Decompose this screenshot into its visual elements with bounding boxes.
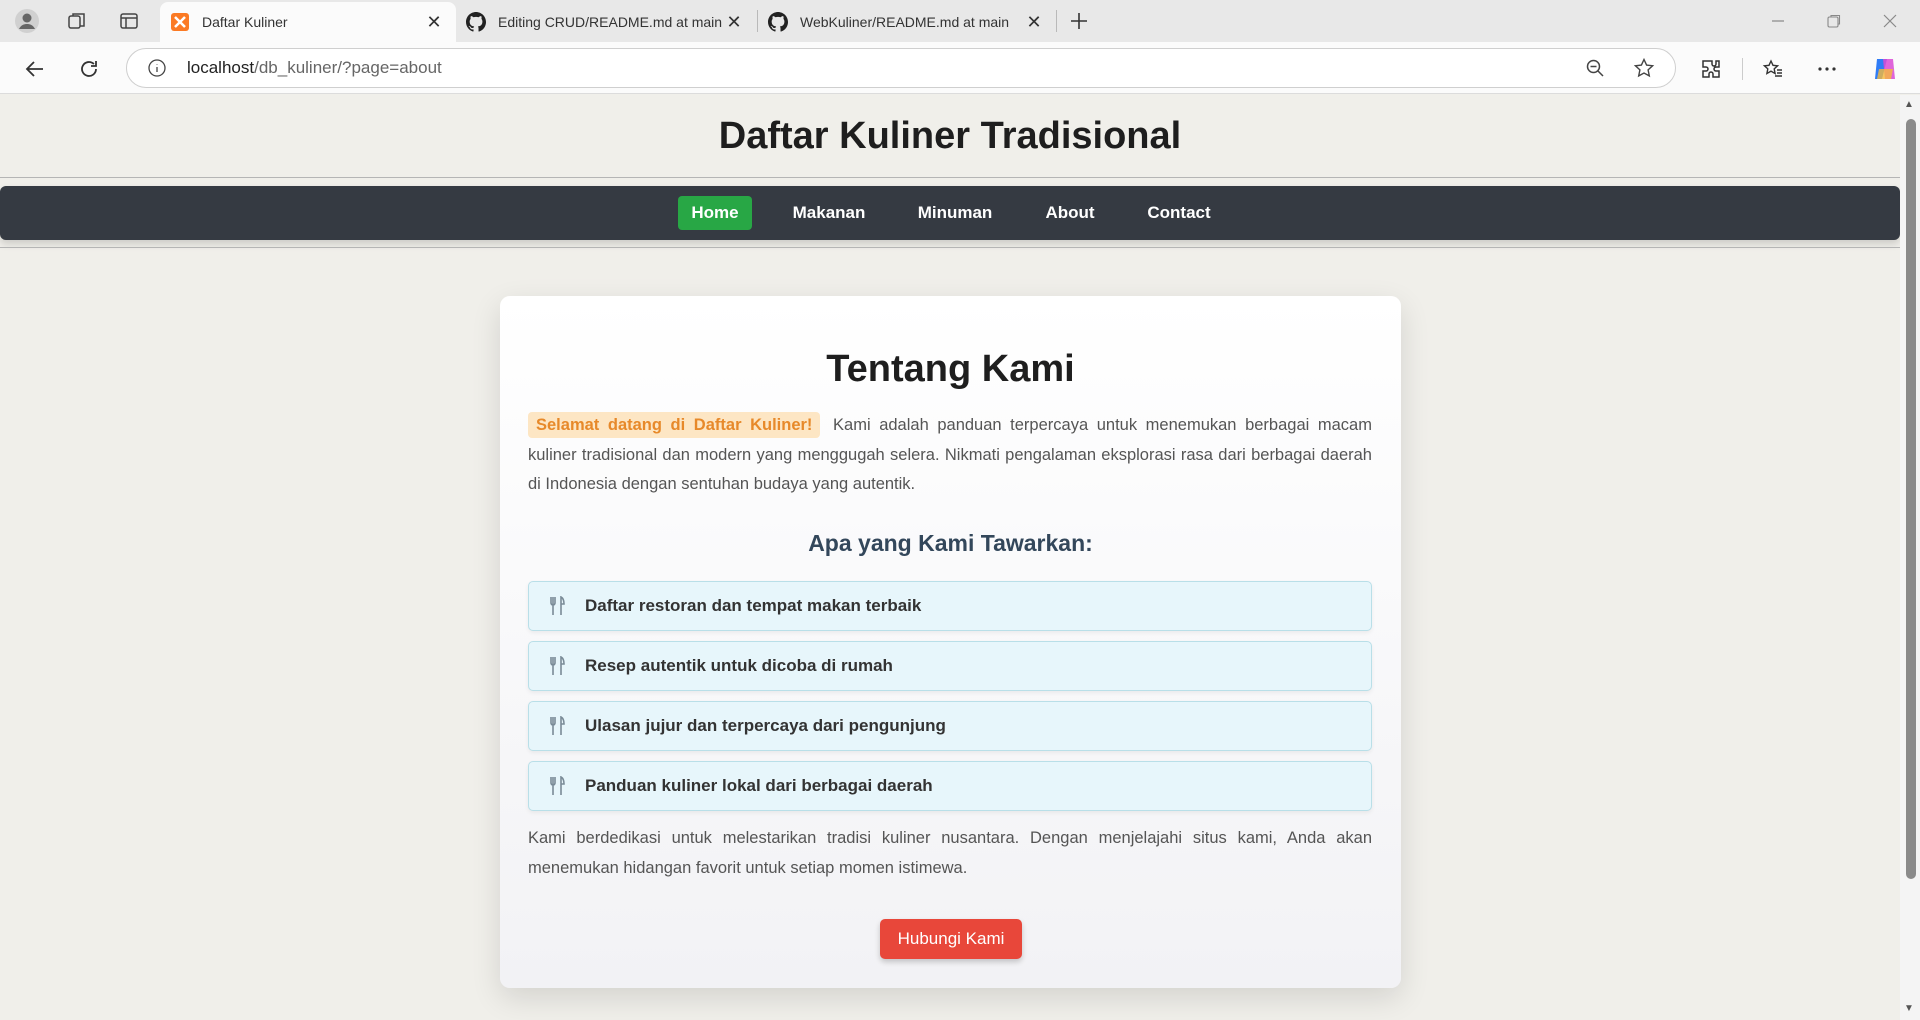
new-tab-icon[interactable] (1058, 6, 1100, 36)
offer-label: Resep autentik untuk dicoba di rumah (585, 656, 893, 675)
favorites-icon[interactable] (1756, 52, 1790, 86)
offer-label: Panduan kuliner lokal dari berbagai daer… (585, 776, 933, 795)
page-scrollbar[interactable]: ▲ ▼ (1900, 95, 1920, 1020)
header-divider (0, 177, 1900, 178)
tab-editing-crud-readme[interactable]: Editing CRUD/README.md at main ✕ (456, 2, 756, 42)
scroll-up-icon[interactable]: ▲ (1904, 99, 1914, 110)
back-icon[interactable] (18, 52, 52, 86)
offer-item: Panduan kuliner lokal dari berbagai daer… (528, 761, 1372, 811)
tab-separator (1056, 10, 1057, 32)
intro-paragraph: Selamat datang di Daftar Kuliner! Kami a… (528, 411, 1372, 500)
close-window-icon[interactable] (1862, 0, 1918, 42)
site-title: Daftar Kuliner Tradisional (718, 115, 1182, 157)
profile-icon[interactable] (6, 6, 48, 36)
utensils-icon (529, 656, 585, 676)
nav-about[interactable]: About (1034, 196, 1106, 230)
offer-label: Ulasan jujur dan terpercaya dari pengunj… (585, 716, 946, 735)
url-text: localhost/db_kuliner/?page=about (187, 58, 442, 78)
favorite-star-icon[interactable] (1633, 57, 1655, 84)
about-heading: Tentang Kami (826, 348, 1075, 390)
scroll-down-icon[interactable]: ▼ (1904, 1003, 1914, 1014)
url-path: /db_kuliner/?page=about (254, 58, 442, 77)
tab-daftar-kuliner[interactable]: Daftar Kuliner ✕ (160, 2, 456, 42)
close-tab-icon[interactable]: ✕ (722, 12, 746, 33)
tab-webkuliner-readme[interactable]: WebKuliner/README.md at main ✕ (758, 2, 1056, 42)
close-tab-icon[interactable]: ✕ (422, 12, 446, 33)
nav-minuman[interactable]: Minuman (908, 196, 1002, 230)
utensils-icon (529, 716, 585, 736)
url-host: localhost (187, 58, 255, 77)
contact-us-button[interactable]: Hubungi Kami (880, 919, 1022, 959)
offer-item: Daftar restoran dan tempat makan terbaik (528, 581, 1372, 631)
xampp-icon (170, 12, 190, 32)
about-card: Tentang Kami Selamat datang di Daftar Ku… (500, 296, 1401, 988)
tab-title: Daftar Kuliner (202, 14, 288, 30)
main-navbar: Home Makanan Minuman About Contact (0, 186, 1900, 240)
nav-makanan[interactable]: Makanan (782, 196, 876, 230)
github-icon (466, 12, 486, 32)
browser-toolbar: localhost/db_kuliner/?page=about (0, 42, 1920, 94)
close-tab-icon[interactable]: ✕ (1022, 12, 1046, 33)
zoom-out-icon[interactable] (1585, 58, 1605, 83)
nav-contact[interactable]: Contact (1138, 196, 1220, 230)
browser-tab-bar: Daftar Kuliner ✕ Editing CRUD/README.md … (0, 0, 1920, 42)
scrollbar-thumb[interactable] (1906, 119, 1916, 879)
toolbar-divider (1742, 58, 1743, 80)
nav-home[interactable]: Home (678, 196, 752, 230)
utensils-icon (529, 776, 585, 796)
tab-title: Editing CRUD/README.md at main (498, 14, 722, 30)
offer-label: Daftar restoran dan tempat makan terbaik (585, 596, 922, 615)
tab-actions-icon[interactable] (108, 6, 150, 36)
minimize-icon[interactable] (1750, 0, 1806, 42)
extensions-icon[interactable] (1694, 52, 1728, 86)
utensils-icon (529, 596, 585, 616)
offer-heading: Apa yang Kami Tawarkan: (808, 530, 1093, 556)
closing-paragraph: Kami berdedikasi untuk melestarikan trad… (528, 829, 1372, 877)
nav-divider (0, 247, 1900, 248)
workspaces-icon[interactable] (56, 6, 98, 36)
github-icon (768, 12, 788, 32)
more-menu-icon[interactable] (1810, 52, 1844, 86)
offer-item: Ulasan jujur dan terpercaya dari pengunj… (528, 701, 1372, 751)
welcome-highlight: Selamat datang di Daftar Kuliner! (528, 412, 821, 438)
address-bar[interactable]: localhost/db_kuliner/?page=about (126, 48, 1676, 88)
restore-icon[interactable] (1806, 0, 1862, 42)
copilot-icon[interactable] (1868, 52, 1902, 86)
tab-title: WebKuliner/README.md at main (800, 14, 1010, 30)
site-info-icon[interactable] (147, 58, 167, 83)
page-viewport: Daftar Kuliner Tradisional Home Makanan … (0, 95, 1900, 1020)
refresh-icon[interactable] (72, 52, 106, 86)
offer-item: Resep autentik untuk dicoba di rumah (528, 641, 1372, 691)
